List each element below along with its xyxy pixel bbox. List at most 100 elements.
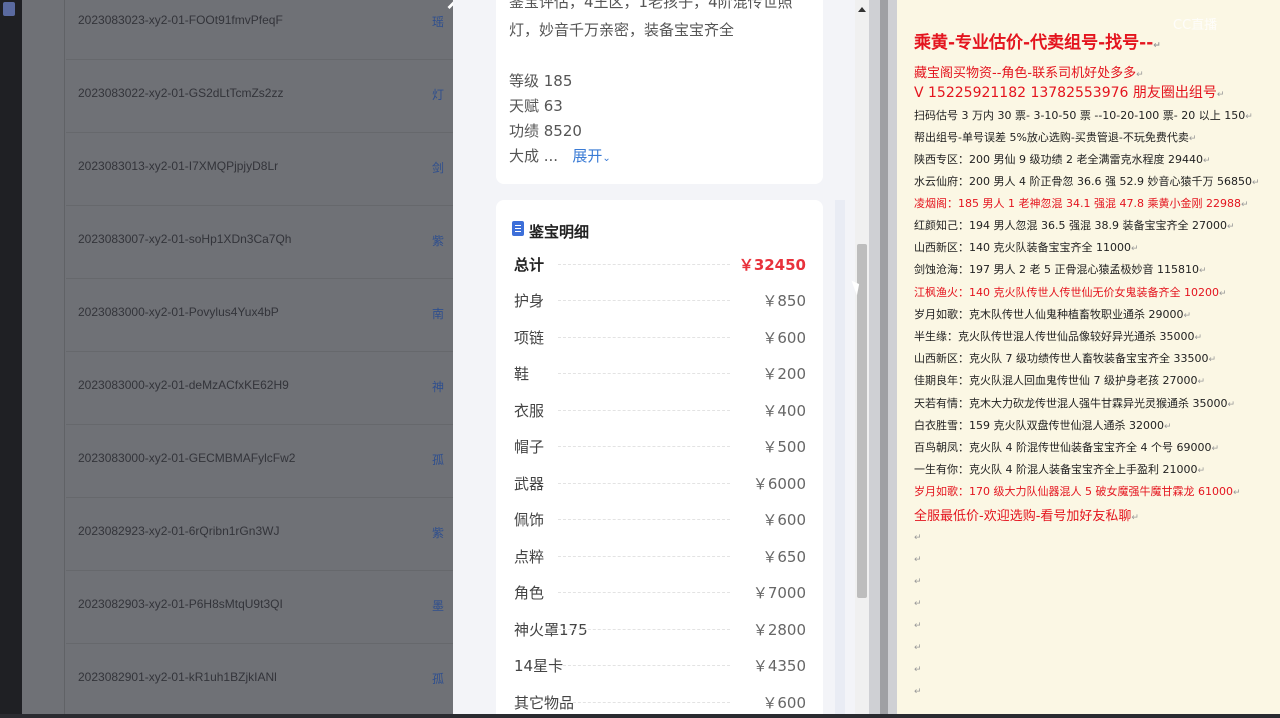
return-mark-icon: ↵ [1131,513,1139,523]
item-price: ￥600 [762,328,806,347]
item-price: ￥600 [762,511,806,529]
detail-row: 其它物品 ￥600 [514,692,806,712]
return-mark-icon: ↵ [1188,134,1197,144]
return-mark-icon: ↵ [914,533,922,543]
row-leader [558,519,730,520]
row-leader [558,336,730,338]
close-icon[interactable]: ✕ [444,0,453,16]
return-mark-icon: ↵ [1130,244,1139,254]
return-mark-icon: ↵ [1251,178,1260,188]
expand-link[interactable]: 展开⌄ [563,147,611,165]
app-icon[interactable] [3,2,15,16]
row-leader [558,482,730,484]
return-mark-icon: ↵ [1232,488,1241,498]
return-mark-icon: ↵ [1153,41,1161,51]
server-link[interactable]: 孤 [432,451,444,468]
order-id: 2023083000-xy2-01-GECMBMAFylcFw2 [78,451,296,465]
gutter-stripe [880,0,888,718]
desktop-left-strip [0,0,22,718]
server-link[interactable]: 灯 [432,86,444,103]
return-mark-icon: ↵ [1202,156,1211,166]
notepad-line-text: 天若有情：克木大力砍龙传世混人强牛甘霖异光灵猴通杀 35000 [914,397,1228,410]
description-line-1: 鉴宝评估，4王区，1老孩子，4阶混传世照 [509,0,793,11]
scroll-up-icon[interactable] [858,7,866,12]
notepad-line-text: 江枫渔火：140 克火队传世人传世仙无价女鬼装备齐全 10200 [914,286,1219,299]
order-id: 2023083023-xy2-01-FOOt91fmvPfeqF [78,13,283,27]
notepad-line-text: 红颜知己：194 男人忽混 36.5 强混 38.9 装备宝宝齐全 27000 [914,219,1227,232]
item-price: ￥7000 [752,584,806,602]
server-link[interactable]: 紫 [432,232,444,249]
notepad-line: 佳期良年：克火队混人回血鬼传世仙 7 级护身老孩 27000↵ [914,372,1205,388]
modal-scrollbar[interactable] [855,0,869,718]
server-link[interactable]: 紫 [432,524,444,541]
server-link[interactable]: 神 [432,378,444,395]
notepad-line: 山西新区：克火队 7 级功绩传世人畜牧装备宝宝齐全 33500↵ [914,350,1216,366]
order-list-panel: 2023083023-xy2-01-FOOt91fmvPfeqF 瑶 2023083… [22,0,453,718]
table-row[interactable]: 2023083007-xy2-01-soHp1XDn3Ca7Qh 紫 [66,206,453,279]
notepad-line: 岁月如歌：170 级大力队仙器混人 5 破女魔强牛魔甘霖龙 61000↵ [914,483,1241,499]
appraisal-modal: 鉴宝评估，4王区，1老孩子，4阶混传世照 灯，妙音千万亲密，装备宝宝齐全 等级 … [453,0,880,718]
return-mark-icon: ↵ [1240,200,1249,210]
notepad-line-text: 藏宝阁买物资--角色-联系司机好处多多 [914,66,1137,81]
return-mark-icon: ↵ [914,665,922,675]
notepad-line: 白衣胜雪：159 克火队双盘传世仙混人通杀 32000↵ [914,417,1172,433]
item-price: ￥650 [762,547,806,566]
notepad-line-text: 佳期良年：克火队混人回血鬼传世仙 7 级护身老孩 27000 [914,374,1198,387]
attr-more-text: 大成 ... [509,147,559,165]
table-row[interactable]: 2023083013-xy2-01-I7XMQPjpjyD8Lr 剑 [66,133,453,206]
total-value: ￥32450 [738,256,806,274]
detail-row: 衣服 ￥400 [514,400,806,420]
scroll-thumb[interactable] [857,244,867,598]
notepad-line-text: 剑蚀沧海：197 男人 2 老 5 正骨混心猿孟极妙音 115810 [914,263,1199,276]
detail-row: 项链 ￥600 [514,327,806,347]
detail-card [496,200,823,718]
item-price: ￥2800 [752,620,806,639]
item-name: 点粹 [514,547,545,566]
item-name: 武器 [514,474,545,493]
server-link[interactable]: 瑶 [432,13,444,30]
server-link[interactable]: 剑 [432,159,444,176]
return-mark-icon: ↵ [1211,444,1220,454]
return-mark-icon: ↵ [914,687,922,697]
return-mark-icon: ↵ [1194,333,1203,343]
table-row[interactable]: 2023082923-xy2-01-6rQribn1rGn3WJ 紫 [66,498,453,571]
item-name: 角色 [514,584,545,602]
notepad-line: 帮出组号-单号误差 5%放心选购-买贵管退-不玩免费代卖↵ [914,129,1196,145]
notepad-line: 山西新区：140 克火队装备宝宝齐全 11000↵ [914,239,1139,255]
return-mark-icon: ↵ [914,555,922,565]
order-id: 2023082901-xy2-01-kR1uh1BZjkIANl [78,670,277,684]
notepad-line-text: 岁月如歌：170 级大力队仙器混人 5 破女魔强牛魔甘霖龙 61000 [914,485,1233,498]
table-row[interactable]: 2023082903-xy2-01-P6H8sMtqU9t3QI 墨 [66,571,453,644]
notepad-line: 天若有情：克木大力砍龙传世混人强牛甘霖异光灵猴通杀 35000↵ [914,395,1235,411]
item-name: 佩饰 [514,511,545,529]
item-price: ￥4350 [752,657,806,675]
inner-scroll-track[interactable] [835,200,845,718]
notepad-line: V 15225921182 13782553976 朋友圈出组号↵ [914,82,1224,102]
table-row[interactable]: 2023082901-xy2-01-kR1uh1BZjkIANl 孤 [66,644,453,717]
table-row[interactable]: 2023083022-xy2-01-GS2dLtTcmZs2zz 灯 [66,60,453,133]
table-row[interactable]: 2023083000-xy2-01-deMzACfxKE62H9 神 [66,352,453,425]
detail-row: 点粹 ￥650 [514,546,806,566]
table-row[interactable]: 2023083000-xy2-01-GECMBMAFylcFw2 孤 [66,425,453,498]
return-mark-icon: ↵ [1216,90,1225,100]
table-row[interactable]: 2023083000-xy2-01-Povylus4Yux4bP 南 [66,279,453,352]
item-name: 项链 [514,328,545,347]
server-link[interactable]: 墨 [432,597,444,614]
return-mark-icon: ↵ [1198,266,1207,276]
notepad-line-text: 帮出组号-单号误差 5%放心选购-买贵管退-不玩免费代卖 [914,131,1189,144]
server-link[interactable]: 孤 [432,670,444,687]
item-name: 鞋 [514,365,530,383]
table-row[interactable]: 2023083023-xy2-01-FOOt91fmvPfeqF 瑶 [66,0,453,60]
chevron-down-icon: ⌄ [602,153,611,164]
row-leader [558,592,730,593]
item-name: 衣服 [514,401,545,420]
detail-row: 武器 ￥6000 [514,473,806,493]
notepad-line: 陕西专区：200 男仙 9 级功绩 2 老全满雷克水程度 29440↵ [914,151,1211,167]
detail-row: 角色 ￥7000 [514,582,806,602]
detail-row: 佩饰 ￥600 [514,509,806,529]
server-link[interactable]: 南 [432,305,444,322]
notepad-line-text: 山西新区：克火队 7 级功绩传世人畜牧装备宝宝齐全 33500 [914,352,1209,365]
attr-talent: 天赋 63 [509,97,563,115]
detail-row: 神火罩175 ￥2800 [514,619,806,639]
notepad-line: 扫码估号 3 万内 30 票- 3-10-50 票 --10-20-100 票-… [914,107,1253,123]
